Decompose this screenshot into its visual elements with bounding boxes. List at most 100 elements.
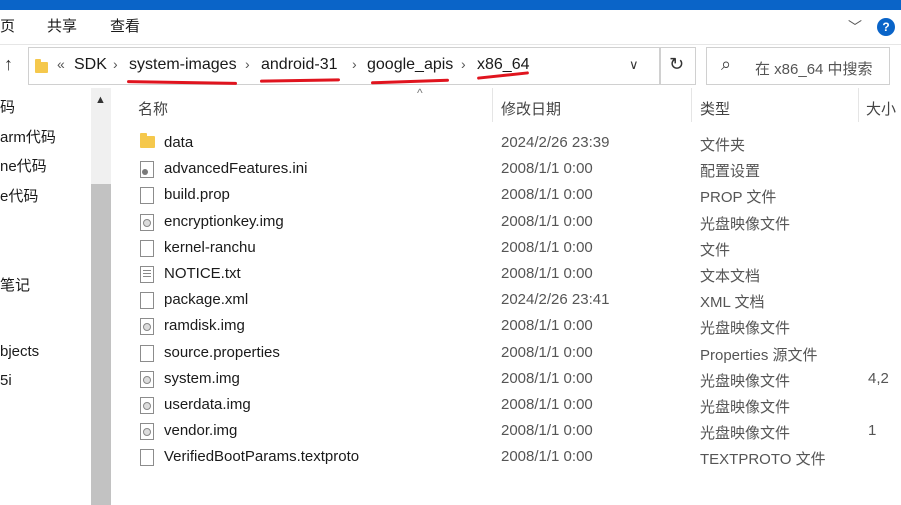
table-row[interactable]: encryptionkey.img 2008/1/1 0:00 光盘映像文件 [112,210,901,236]
file-type: 文件夹 [700,137,746,154]
file-date: 2008/1/1 0:00 [501,265,593,282]
nav-scrollbar[interactable]: ▲ [91,88,111,505]
file-name: source.properties [164,343,280,361]
file-name: data [164,134,194,151]
help-icon[interactable]: ? [877,18,895,36]
table-row[interactable]: build.prop 2008/1/1 0:00 PROP 文件 [112,183,901,209]
file-date: 2024/2/26 23:41 [501,291,610,309]
search-placeholder: 在 x86_64 中搜索 [755,61,873,78]
breadcrumb-google-apis[interactable]: google_apis [367,56,453,74]
table-row[interactable]: kernel-ranchu 2008/1/1 0:00 文件 [112,236,901,262]
file-type: 配置设置 [700,163,761,181]
file-type: TEXTPROTO 文件 [700,451,826,469]
search-icon: ⌕ [721,54,732,74]
folder-icon [35,59,48,73]
table-row[interactable]: VerifiedBootParams.textproto 2008/1/1 0:0… [112,445,901,471]
table-row[interactable]: ramdisk.img 2008/1/1 0:00 光盘映像文件 [112,314,901,340]
breadcrumb-system-images[interactable]: system-images [129,56,237,74]
nav-item[interactable]: bjects [0,343,39,360]
nav-item[interactable]: 笔记 [0,274,30,295]
file-name: userdata.img [164,396,251,413]
column-header: ^ 名称 修改日期 类型 大小 [112,86,901,122]
file-date: 2008/1/1 0:00 [501,160,593,178]
file-date: 2008/1/1 0:00 [501,396,593,413]
column-divider[interactable] [492,88,493,122]
table-row[interactable]: data 2024/2/26 23:39 文件夹 [112,131,901,157]
file-name: VerifiedBootParams.textproto [164,448,360,466]
file-date: 2008/1/1 0:00 [501,369,593,387]
table-row[interactable]: advancedFeatures.ini 2008/1/1 0:00 配置设置 [112,157,901,183]
nav-item[interactable]: 5i [0,372,12,389]
file-name: encryptionkey.img [164,212,284,230]
breadcrumb-sdk[interactable]: SDK [74,56,107,74]
file-name: vendor.img [164,422,238,440]
file-date: 2008/1/1 0:00 [501,448,593,466]
table-row[interactable]: userdata.img 2008/1/1 0:00 光盘映像文件 [112,393,901,419]
scroll-up-icon[interactable]: ▲ [95,94,106,106]
chevron-down-icon[interactable]: ﹀ [848,17,862,37]
scroll-thumb[interactable] [91,184,111,505]
tab-home[interactable]: 页 [0,10,15,44]
refresh-icon: ↻ [669,54,685,74]
file-name: advancedFeatures.ini [164,160,308,178]
nav-item[interactable]: 码 [0,96,15,117]
file-name: system.img [164,369,240,387]
file-type: 光盘映像文件 [700,425,791,443]
table-row[interactable]: NOTICE.txt 2008/1/1 0:00 文本文档 [112,262,901,288]
column-size[interactable]: 大小 [866,98,896,119]
up-arrow-icon[interactable]: ↑ [4,54,13,75]
table-row[interactable]: package.xml 2024/2/26 23:41 XML 文档 [112,288,901,314]
column-type[interactable]: 类型 [700,98,730,119]
file-type: XML 文档 [700,294,765,312]
nav-item[interactable]: ne代码 [0,155,47,176]
file-date: 2008/1/1 0:00 [501,343,593,361]
file-icon [140,292,154,310]
file-date: 2008/1/1 0:00 [501,422,593,440]
sort-ascending-icon: ^ [417,86,423,100]
ribbon: 页 共享 查看 ﹀ ? [0,10,901,45]
file-date: 2008/1/1 0:00 [501,212,593,230]
file-type: 文本文档 [700,268,761,285]
file-size: 1 [868,422,877,440]
file-date: 2008/1/1 0:00 [501,186,593,204]
column-date[interactable]: 修改日期 [501,98,561,119]
tab-share[interactable]: 共享 [47,10,77,44]
breadcrumb-overflow[interactable]: « [57,56,65,72]
address-bar[interactable]: « SDK › system-images › android-31 › goo… [28,47,660,85]
file-icon [140,449,154,467]
folder-icon [140,133,155,148]
chevron-right-icon[interactable]: › [352,56,357,72]
chevron-right-icon[interactable]: › [113,56,118,72]
chevron-down-icon[interactable]: ∨ [629,57,639,73]
file-type: 文件 [700,241,731,259]
disc-image-icon [140,423,154,441]
file-type: 光盘映像文件 [700,215,791,233]
file-icon [140,344,154,362]
file-name: build.prop [164,186,230,204]
breadcrumb-android-31[interactable]: android-31 [261,56,338,74]
table-row[interactable]: system.img 2008/1/1 0:00 光盘映像文件 4,2 [112,367,901,393]
file-name: NOTICE.txt [164,265,241,282]
nav-item[interactable]: e代码 [0,185,38,206]
column-divider[interactable] [858,88,859,122]
file-date: 2008/1/1 0:00 [501,238,593,256]
config-file-icon [140,161,154,179]
tab-view[interactable]: 查看 [110,10,140,44]
nav-item[interactable]: arm代码 [0,126,56,147]
column-divider[interactable] [691,88,692,122]
file-size: 4,2 [868,369,889,387]
chevron-right-icon[interactable]: › [245,56,250,72]
column-name[interactable]: 名称 [138,98,168,119]
file-icon [140,239,154,257]
table-row[interactable]: vendor.img 2008/1/1 0:00 光盘映像文件 1 [112,419,901,445]
file-icon [140,187,154,205]
chevron-right-icon[interactable]: › [461,56,466,72]
table-row[interactable]: source.properties 2008/1/1 0:00 Properties… [112,341,901,367]
file-date: 2008/1/1 0:00 [501,317,593,335]
disc-image-icon [140,370,154,388]
refresh-button[interactable]: ↻ [660,47,696,85]
file-type: Properties 源文件 [700,346,818,364]
search-input[interactable]: ⌕ 在 x86_64 中搜索 [706,47,890,85]
file-name: kernel-ranchu [164,238,256,256]
disc-image-icon [140,397,154,414]
